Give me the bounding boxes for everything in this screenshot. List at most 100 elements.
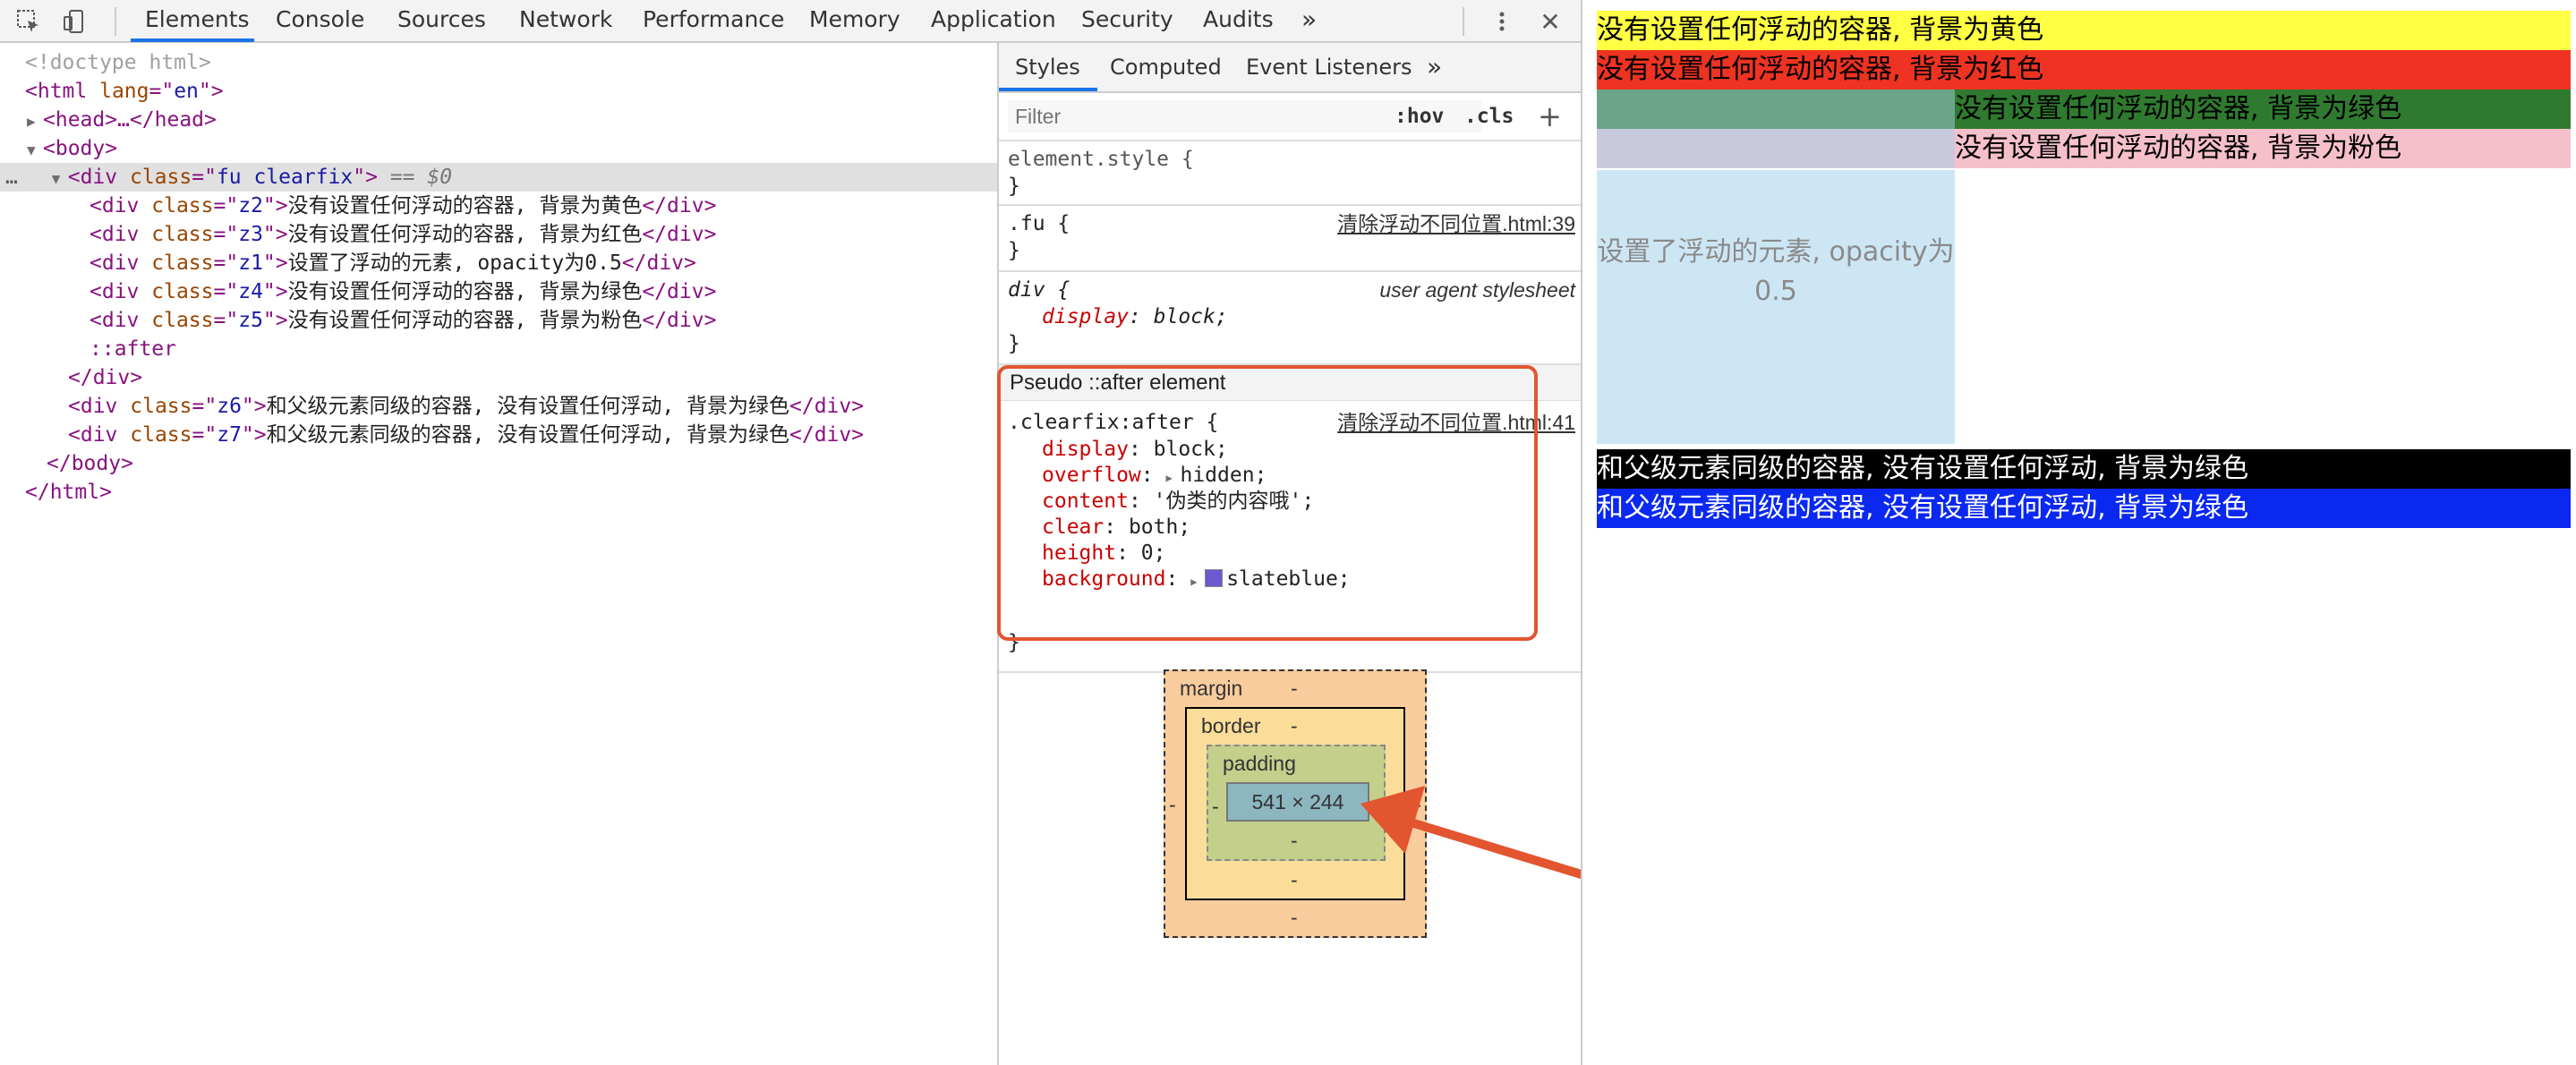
attr-value: z6 <box>217 395 242 418</box>
element-style-selector[interactable]: element.style { <box>1008 147 1194 173</box>
attr-value: z7 <box>217 423 242 447</box>
attr-name: class <box>151 223 214 246</box>
tab-memory[interactable]: Memory <box>807 0 902 41</box>
close-tag: </div> <box>642 309 717 332</box>
border-bottom-value[interactable]: - <box>1291 868 1298 892</box>
close-brace: } <box>1008 239 1020 262</box>
tag-name: div <box>80 423 118 447</box>
padding-left-value[interactable]: - <box>1212 795 1219 819</box>
attr-name: class <box>151 280 214 303</box>
toolbar-divider <box>1463 7 1464 36</box>
float-element: 设置了浮动的元素, opacity为0.5 <box>1597 170 1955 444</box>
dom-node-sibling-z6[interactable]: <div class="z6">和父级元素同级的容器, 没有设置任何浮动, 背景… <box>68 392 864 421</box>
page-block-text: 没有设置任何浮动的容器, 背景为红色 <box>1597 54 2044 85</box>
tab-console[interactable]: Console <box>274 0 366 41</box>
page-block-text: 没有设置任何浮动的容器, 背景为粉色 <box>1955 132 2402 164</box>
node-actions-icon[interactable]: … <box>5 166 18 189</box>
margin-label: margin <box>1180 677 1243 700</box>
expand-triangle-icon[interactable]: ▶ <box>27 107 43 136</box>
dom-node-after[interactable]: ::after <box>90 335 176 363</box>
attr-value: fu clearfix <box>216 166 354 189</box>
tab-application[interactable]: Application <box>929 0 1058 41</box>
node-text: 没有设置任何浮动的容器, 背景为黄色 <box>287 194 643 217</box>
rule-div-user-agent: div { user agent stylesheet display: blo… <box>999 272 1581 365</box>
body-tag: <body> <box>43 137 118 160</box>
div-selector: div { <box>1008 278 1070 302</box>
padding-bottom-value[interactable]: - <box>1291 829 1298 853</box>
page-block-1: 没有设置任何浮动的容器, 背景为黄色 <box>1597 11 2571 50</box>
selected-marker: == $0 <box>389 166 453 189</box>
head-text: <head>…</head> <box>43 108 217 132</box>
fu-selector[interactable]: .fu { <box>1008 211 1070 237</box>
devtools-tabbar: Elements Console Sources Network Perform… <box>0 0 1581 43</box>
tag-name: div <box>101 280 140 303</box>
dom-node-child-z5[interactable]: <div class="z5">没有设置任何浮动的容器, 背景为粉色</div> <box>90 306 716 335</box>
filter-bar: :hov .cls + <box>999 93 1581 141</box>
dom-tree: <!doctype html> <html lang="en"> ▶ <head>… <box>0 45 997 1065</box>
close-tag: </div> <box>621 251 696 275</box>
rule-element-style: element.style { } <box>999 141 1581 206</box>
dom-node-selected-div[interactable]: … ▼ <div class="fu clearfix"> == $0 <box>0 163 997 192</box>
user-agent-label: user agent stylesheet <box>1379 278 1575 302</box>
dom-node-child-z4[interactable]: <div class="z4">没有设置任何浮动的容器, 背景为绿色</div> <box>90 277 716 306</box>
inspect-element-icon[interactable] <box>13 5 45 38</box>
tab-elements[interactable]: Elements <box>143 0 252 41</box>
page-block-visible-area: 没有设置任何浮动的容器, 背景为粉色 <box>1955 129 2571 168</box>
close-tag: </div> <box>68 366 143 389</box>
page-block-visible-area: 没有设置任何浮动的容器, 背景为绿色 <box>1955 89 2571 129</box>
close-icon[interactable]: ✕ <box>1534 5 1566 38</box>
page-block-text: 和父级元素同级的容器, 没有设置任何浮动, 背景为绿色 <box>1597 453 2249 484</box>
margin-left-value[interactable]: - <box>1169 793 1176 817</box>
page-block-text: 和父级元素同级的容器, 没有设置任何浮动, 背景为绿色 <box>1597 492 2249 524</box>
tag-name: div <box>101 309 140 332</box>
styles-subtabs: Styles Computed Event Listeners » <box>999 43 1581 93</box>
margin-bottom-value[interactable]: - <box>1291 906 1298 930</box>
close-tag: </div> <box>642 280 717 303</box>
dom-node-html[interactable]: <html lang="en"> <box>25 77 224 106</box>
dom-node-doctype[interactable]: <!doctype html> <box>25 48 211 77</box>
dom-node-head[interactable]: ▶ <head>…</head> <box>27 106 217 134</box>
kebab-menu-icon[interactable] <box>1486 5 1518 38</box>
prop-name: display <box>1042 305 1129 328</box>
tag-name: div <box>101 251 140 275</box>
dom-node-child-z2[interactable]: <div class="z2">没有设置任何浮动的容器, 背景为黄色</div> <box>90 192 716 220</box>
node-text: 设置了浮动的元素, opacity为0.5 <box>287 251 622 275</box>
cls-button[interactable]: .cls <box>1464 100 1514 132</box>
device-toolbar-icon[interactable] <box>59 5 91 38</box>
tag-name: div <box>80 166 118 189</box>
tab-sources[interactable]: Sources <box>396 0 488 41</box>
collapse-triangle-icon[interactable]: ▼ <box>52 165 68 193</box>
more-tabs-icon[interactable]: » <box>1300 0 1318 41</box>
prop-value: block; <box>1153 305 1228 328</box>
add-rule-icon[interactable]: + <box>1538 100 1562 132</box>
tab-styles[interactable]: Styles <box>1015 43 1080 91</box>
dom-node-child-z3[interactable]: <div class="z3">没有设置任何浮动的容器, 背景为红色</div> <box>90 220 716 249</box>
hov-button[interactable]: :hov <box>1395 100 1444 132</box>
close-brace: } <box>1008 332 1020 355</box>
border-top-value[interactable]: - <box>1291 714 1298 738</box>
page-block-4: 没有设置任何浮动的容器, 背景为粉色 <box>1597 129 2571 168</box>
close-tag: </div> <box>642 194 717 217</box>
tab-performance[interactable]: Performance <box>641 0 786 41</box>
tab-security[interactable]: Security <box>1079 0 1175 41</box>
margin-top-value[interactable]: - <box>1291 677 1298 701</box>
node-text: 没有设置任何浮动的容器, 背景为粉色 <box>287 309 643 332</box>
more-subtabs-icon[interactable]: » <box>1427 43 1442 91</box>
dom-node-sibling-z7[interactable]: <div class="z7">和父级元素同级的容器, 没有设置任何浮动, 背景… <box>68 421 864 449</box>
dom-node-body[interactable]: ▼ <body> <box>27 134 117 163</box>
tab-event-listeners[interactable]: Event Listeners <box>1246 43 1412 91</box>
attr-value: z3 <box>238 223 263 246</box>
annotation-highlight-box <box>997 365 1538 641</box>
tab-computed[interactable]: Computed <box>1110 43 1222 91</box>
dom-node-html-close: </html> <box>25 478 112 507</box>
tab-network[interactable]: Network <box>517 0 614 41</box>
attr-name: class <box>130 423 192 447</box>
attr-value: en <box>174 80 199 103</box>
tab-audits[interactable]: Audits <box>1201 0 1275 41</box>
close-tag: </div> <box>789 423 865 447</box>
dom-node-body-close: </body> <box>47 449 133 478</box>
fu-source-link[interactable]: 清除浮动不同位置.html:39 <box>1337 211 1575 237</box>
dom-node-child-z1[interactable]: <div class="z1">设置了浮动的元素, opacity为0.5</d… <box>90 249 696 277</box>
collapse-triangle-icon[interactable]: ▼ <box>27 136 43 165</box>
toolbar-divider <box>115 7 116 36</box>
